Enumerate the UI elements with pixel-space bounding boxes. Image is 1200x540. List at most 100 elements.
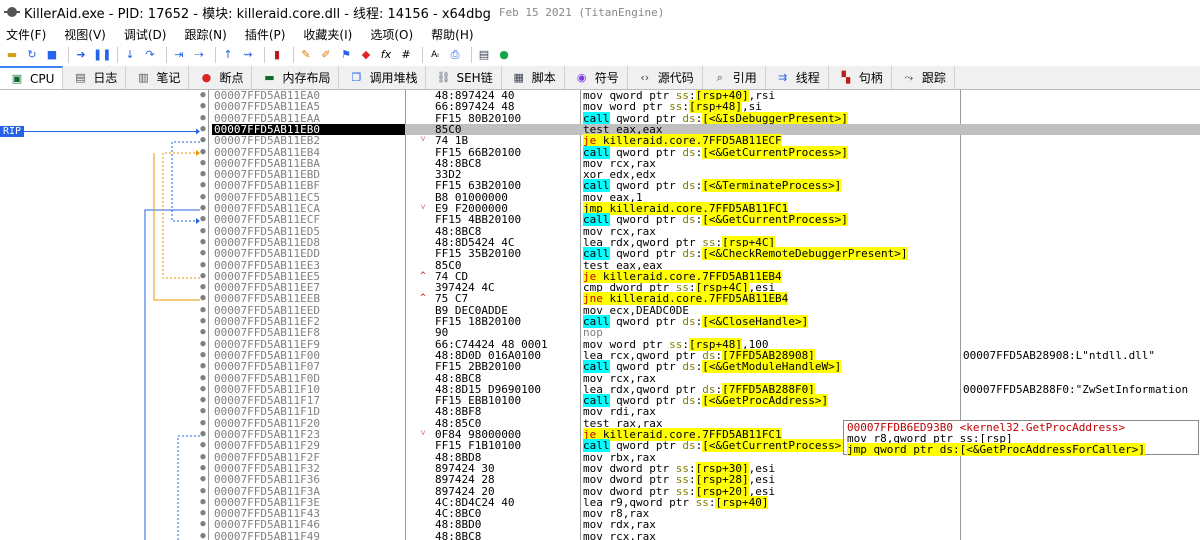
comment-icon[interactable]: ✐	[318, 47, 334, 63]
breakpoint-bullet-icon[interactable]: ●	[199, 248, 207, 259]
tab-script[interactable]: ▦ 脚本	[501, 66, 565, 89]
breakpoint-bullet-icon[interactable]: ●	[199, 158, 207, 169]
hash-icon[interactable]: #	[398, 47, 414, 63]
tab-handles[interactable]: ▚ 句柄	[828, 66, 892, 89]
step-into-icon[interactable]: ↓	[122, 47, 138, 63]
bookmark-icon[interactable]: ⚑	[338, 47, 354, 63]
tab-cpu[interactable]: ▣ CPU	[0, 66, 64, 89]
breakpoint-bullet-icon[interactable]: ●	[199, 124, 207, 135]
run-to-cursor-icon[interactable]: ⇢	[191, 47, 207, 63]
tab-references[interactable]: ⌕ 引用	[702, 66, 766, 89]
tab-label: 线程	[795, 71, 820, 85]
breakpoint-bullet-icon[interactable]: ●	[199, 519, 207, 530]
breakpoint-bullet-icon[interactable]: ●	[199, 497, 207, 508]
breakpoint-bullet-icon[interactable]: ●	[199, 147, 207, 158]
tab-memory-map[interactable]: ▬ 内存布局	[252, 66, 340, 89]
menu-help[interactable]: 帮助(H)	[431, 26, 473, 43]
breakpoint-bullet-icon[interactable]: ●	[199, 350, 207, 361]
patch-icon[interactable]: ✎	[298, 47, 314, 63]
tab-threads[interactable]: ⇉ 线程	[765, 66, 829, 89]
scylla-icon[interactable]: ▮	[269, 47, 285, 63]
disasm-row[interactable]: ● 00007FFD5AB11F46 48:8BD0 mov rdx,rax	[0, 518, 1200, 532]
breakpoint-bullet-icon[interactable]: ●	[199, 271, 207, 282]
execute-till-return-icon[interactable]: ↑	[220, 47, 236, 63]
tab-breakpoint-dot[interactable]: ● 断点	[189, 66, 253, 89]
breakpoint-bullet-icon[interactable]: ●	[199, 293, 207, 304]
tab-seh[interactable]: ⛓ SEH链	[426, 66, 502, 89]
breakpoint-bullet-icon[interactable]: ●	[199, 237, 207, 248]
breakpoint-bullet-icon[interactable]: ●	[199, 508, 207, 519]
breakpoint-bullet-icon[interactable]: ●	[199, 463, 207, 474]
breakpoint-bullet-icon[interactable]: ●	[199, 440, 207, 451]
breakpoint-bullet-icon[interactable]: ●	[199, 339, 207, 350]
disasm-row[interactable]: ● 00007FFD5AB11F49 48:8BC8 mov rcx,rax	[0, 530, 1200, 540]
function-icon[interactable]: fx	[378, 47, 394, 63]
breakpoint-bullet-icon[interactable]: ●	[199, 226, 207, 237]
disasm-row[interactable]: ● 00007FFD5AB11F36 897424 28 mov dword ptr …	[0, 473, 1200, 487]
menu-plugins[interactable]: 插件(P)	[245, 26, 286, 43]
menu-favourites[interactable]: 收藏夹(I)	[303, 26, 352, 43]
breakpoint-icon[interactable]: ◆	[358, 47, 374, 63]
breakpoint-bullet-icon[interactable]: ●	[199, 429, 207, 440]
breakpoint-bullet-icon[interactable]: ●	[199, 384, 207, 395]
instruction-comment	[960, 260, 1200, 271]
breakpoint-bullet-icon[interactable]: ●	[199, 361, 207, 372]
disasm-row[interactable]: ● 00007FFD5AB11ECF FF15 4BB20100 call qword…	[0, 213, 1200, 227]
tab-log[interactable]: ▤ 日志	[63, 66, 127, 89]
breakpoint-bullet-icon[interactable]: ●	[199, 90, 207, 101]
open-icon[interactable]: ▬	[4, 47, 20, 63]
menu-options[interactable]: 选项(O)	[370, 26, 413, 43]
breakpoint-bullet-icon[interactable]: ●	[199, 180, 207, 191]
tab-source[interactable]: ‹› 源代码	[627, 66, 703, 89]
disassembly-view[interactable]: RIP ● 00007FFD5AB11EA0 48:897424 40 mov qwo…	[0, 90, 1200, 540]
breakpoint-bullet-icon[interactable]: ●	[199, 452, 207, 463]
restart-icon[interactable]: ↻	[24, 47, 40, 63]
breakpoint-bullet-icon[interactable]: ●	[199, 474, 207, 485]
disasm-row[interactable]: ● 00007FFD5AB11EB2 74 1B ˅ je killeraid.core…	[0, 134, 1200, 148]
breakpoint-bullet-icon[interactable]: ●	[199, 395, 207, 406]
disasm-row[interactable]: ● 00007FFD5AB11EDD FF15 35B20100 call qword…	[0, 247, 1200, 261]
tab-notes[interactable]: ▥ 笔记	[126, 66, 190, 89]
breakpoint-bullet-icon[interactable]: ●	[199, 486, 207, 497]
disasm-row[interactable]: ● 00007FFD5AB11F07 FF15 2BB20100 call qword…	[0, 360, 1200, 374]
breakpoint-bullet-icon[interactable]: ●	[199, 305, 207, 316]
instruction-address: 00007FFD5AB11F46	[214, 518, 320, 532]
strings-icon[interactable]: ⎙	[447, 47, 463, 63]
run-until-expression-icon[interactable]: ⇝	[240, 47, 256, 63]
menu-view[interactable]: 视图(V)	[64, 26, 106, 43]
breakpoint-bullet-icon[interactable]: ●	[199, 406, 207, 417]
breakpoint-bullet-icon[interactable]: ●	[199, 327, 207, 338]
breakpoint-bullet-icon[interactable]: ●	[199, 101, 207, 112]
disasm-row[interactable]: ● 00007FFD5AB11F1D 48:8BF8 mov rdi,rax	[0, 406, 1200, 418]
pause-icon[interactable]: ❚❚	[93, 47, 111, 63]
breakpoint-bullet-icon[interactable]: ●	[199, 169, 207, 180]
menu-debug[interactable]: 调试(D)	[124, 26, 167, 43]
disasm-row[interactable]: ● 00007FFD5AB11EBF FF15 63B20100 call qword…	[0, 179, 1200, 193]
breakpoint-bullet-icon[interactable]: ●	[199, 214, 207, 225]
run-to-user-icon[interactable]: ⇥	[171, 47, 187, 63]
close-icon[interactable]: ■	[44, 47, 60, 63]
menu-file[interactable]: 文件(F)	[6, 26, 46, 43]
tab-trace[interactable]: ⤳ 跟踪	[891, 66, 955, 89]
breakpoint-bullet-icon[interactable]: ●	[199, 135, 207, 146]
breakpoint-bullet-icon[interactable]: ●	[199, 192, 207, 203]
breakpoint-bullet-icon[interactable]: ●	[199, 418, 207, 429]
breakpoint-bullet-icon[interactable]: ●	[199, 531, 207, 540]
disasm-row[interactable]: ● 00007FFD5AB11EEB 75 C7 ^ jne killeraid.cor…	[0, 292, 1200, 306]
tab-call-stack[interactable]: ❐ 调用堆栈	[339, 66, 427, 89]
run-icon[interactable]: ➜	[73, 47, 89, 63]
globe-icon[interactable]: ●	[496, 47, 512, 63]
calc-icon[interactable]: ▤	[476, 47, 492, 63]
breakpoint-bullet-icon[interactable]: ●	[199, 282, 207, 293]
breakpoint-bullet-icon[interactable]: ●	[199, 373, 207, 384]
font-icon[interactable]: Aᵢ	[427, 47, 443, 63]
breakpoint-bullet-icon[interactable]: ●	[199, 316, 207, 327]
breakpoint-bullet-icon[interactable]: ●	[199, 203, 207, 214]
tab-symbols[interactable]: ◉ 符号	[564, 66, 628, 89]
step-over-icon[interactable]: ↷	[142, 47, 158, 63]
breakpoint-bullet-icon[interactable]: ●	[199, 260, 207, 271]
menu-trace[interactable]: 跟踪(N)	[184, 26, 226, 43]
breakpoint-bullet-icon[interactable]: ●	[199, 113, 207, 124]
disasm-row[interactable]: ● 00007FFD5AB11EF8 90 nop	[0, 327, 1200, 339]
disasm-row[interactable]: ● 00007FFD5AB11EA5 66:897424 48 mov word pt…	[0, 100, 1200, 114]
